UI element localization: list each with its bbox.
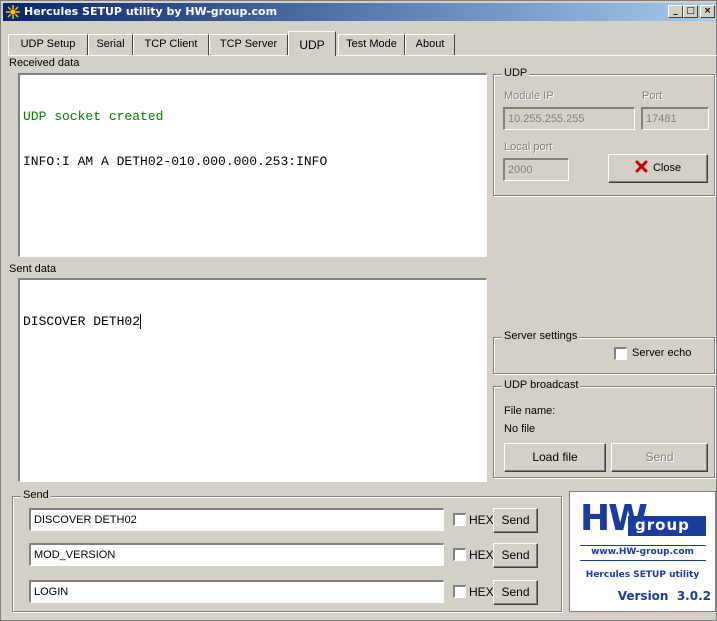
send-field[interactable]: DISCOVER DETH02 [29,508,444,531]
file-name-value: No file [504,423,536,435]
sent-data-area[interactable]: DISCOVER DETH02​ [18,278,487,482]
brand-group: group [635,516,690,534]
brand-mark: HW group [578,498,708,540]
received-line: UDP socket created [23,109,164,124]
broadcast-send-button[interactable]: Send [611,443,708,472]
hw-group-logo[interactable]: HW group www.HW-group.com Hercules SETUP… [569,491,716,612]
received-data-label: Received data [9,57,80,69]
send-button[interactable]: Send [493,543,538,568]
hex-checkbox[interactable] [453,585,466,598]
window-title: Hercules SETUP utility by HW-group.com [24,5,278,18]
sent-line: DISCOVER DETH02​ [23,314,142,329]
udp-broadcast-title: UDP broadcast [502,379,581,391]
server-settings-group: Server settings Server echo [493,330,715,374]
maximize-icon: □ [686,6,695,16]
send-group: Send DISCOVER DETH02 HEX Send MOD_VERSIO… [12,489,562,612]
app-logo-icon [6,5,20,19]
port-label: Port [642,90,663,102]
load-file-button[interactable]: Load file [504,443,606,472]
app-window: Hercules SETUP utility by HW-group.com _… [0,0,717,621]
close-x-icon [635,160,648,173]
hex-label: HEX [469,513,494,527]
tab-tcp-client[interactable]: TCP Client [133,34,209,55]
logo-divider [580,560,706,561]
server-echo-label: Server echo [632,347,692,359]
file-name-label: File name: [504,405,556,417]
tab-about[interactable]: About [405,34,455,55]
send-button[interactable]: Send [493,580,538,605]
send-group-title: Send [21,489,51,501]
server-echo-checkbox[interactable] [614,347,627,360]
port-field[interactable]: 17481 [641,107,709,130]
minimize-button[interactable]: _ [668,5,683,18]
udp-group-title: UDP [502,67,530,79]
received-line: INFO:I AM A DETH02-010.000.000.253:INFO [23,154,328,169]
received-data-area[interactable]: UDP socket created INFO:I AM A DETH02-01… [18,73,487,257]
close-icon: × [703,6,712,16]
tab-test-mode[interactable]: Test Mode [338,34,405,55]
local-port-label: Local port [504,141,553,153]
logo-divider [580,545,706,546]
text-cursor: ​ [140,314,142,329]
close-window-button[interactable]: × [700,5,715,18]
local-port-field[interactable]: 2000 [503,158,569,181]
hex-label: HEX [469,585,494,599]
send-field[interactable]: MOD_VERSION [29,543,444,566]
send-field[interactable]: LOGIN [29,580,444,603]
logo-product: Hercules SETUP utility [585,570,700,580]
title-bar[interactable]: Hercules SETUP utility by HW-group.com _… [3,3,715,21]
tab-tcp-server[interactable]: TCP Server [209,34,288,55]
hex-checkbox[interactable] [453,548,466,561]
hex-checkbox[interactable] [453,513,466,526]
logo-version: Version 3.0.2 [617,589,711,603]
brand-group-box: group [628,516,706,536]
tab-divider [8,55,717,56]
tab-udp[interactable]: UDP [288,31,336,56]
udp-broadcast-group: UDP broadcast File name: No file Load fi… [493,379,715,478]
module-ip-label: Module IP [504,90,554,102]
minimize-icon: _ [673,6,678,16]
logo-url: www.HW-group.com [591,547,694,557]
maximize-button[interactable]: □ [683,5,698,18]
send-button[interactable]: Send [493,508,538,533]
sent-data-label: Sent data [9,263,57,275]
server-settings-title: Server settings [502,330,580,342]
tab-serial[interactable]: Serial [88,34,133,55]
hex-label: HEX [469,548,494,562]
tab-udp-setup[interactable]: UDP Setup [8,34,88,55]
module-ip-field[interactable]: 10.255.255.255 [503,107,635,130]
close-socket-button[interactable]: Close [608,154,708,183]
udp-group: UDP Module IP Port 10.255.255.255 17481 … [493,67,715,196]
